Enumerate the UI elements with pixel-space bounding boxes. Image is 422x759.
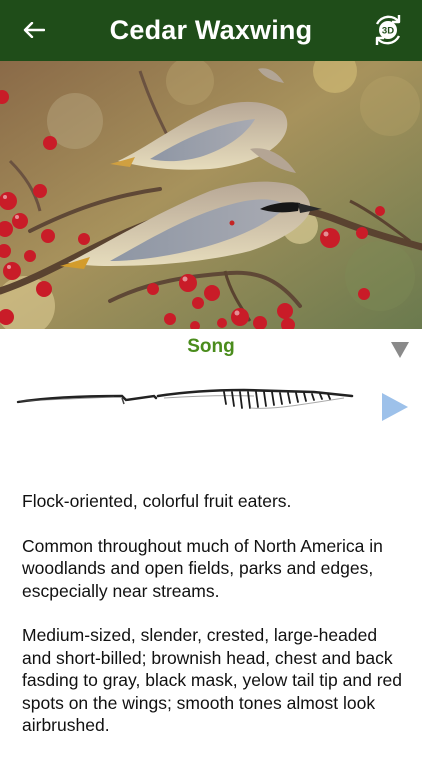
play-button[interactable] [380, 391, 410, 423]
rotate-3d-icon: 3D [375, 15, 401, 45]
sound-type-dropdown[interactable] [390, 341, 410, 359]
description: Flock-oriented, colorful fruit eaters. C… [22, 490, 407, 759]
sonogram [14, 380, 364, 420]
app-header: Cedar Waxwing 3D [0, 0, 422, 61]
page-title: Cedar Waxwing [109, 15, 313, 45]
3d-view-button[interactable]: 3D [368, 10, 408, 50]
description-paragraph: Common throughout much of North America … [22, 535, 383, 601]
description-paragraph: Flock-oriented, colorful fruit eaters. [22, 491, 292, 511]
sound-type-label: Song [187, 336, 235, 357]
back-arrow-icon [23, 22, 45, 38]
bird-photo [0, 61, 422, 329]
three-d-text: 3D [382, 26, 394, 37]
description-paragraph: Medium-sized, slender, crested, large-he… [22, 625, 403, 735]
play-icon [382, 393, 408, 421]
triangle-down-icon [391, 342, 409, 358]
back-button[interactable] [14, 10, 54, 50]
